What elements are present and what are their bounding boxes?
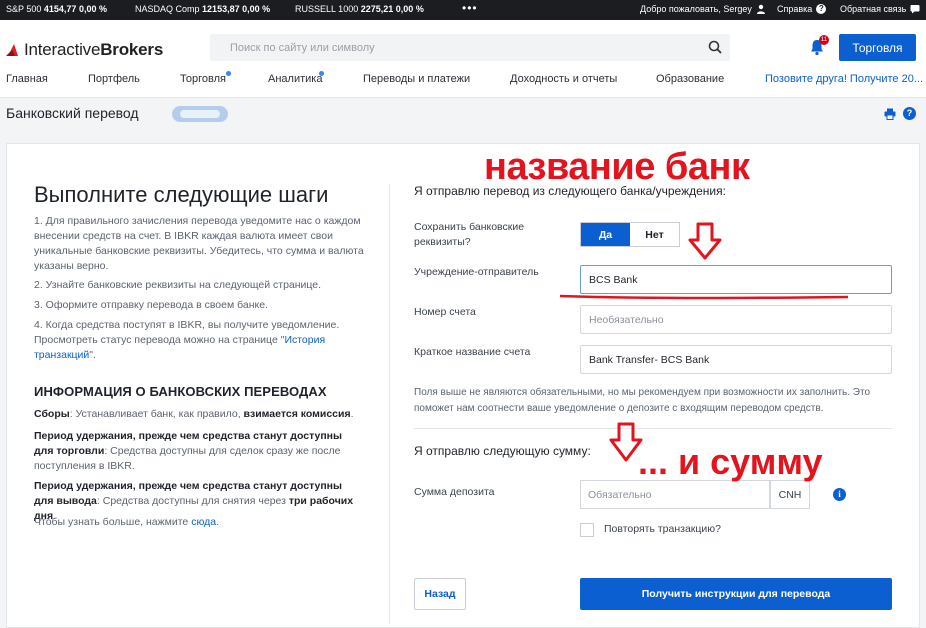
- ib-logo-icon: [6, 44, 18, 56]
- steps-heading: Выполните следующие шаги: [34, 182, 329, 207]
- help-text: Справка: [777, 4, 813, 14]
- ticker-sp500[interactable]: S&P 500 4154,77 0,00 %: [6, 4, 107, 14]
- instructions-panel: Выполните следующие шаги 1. Для правильн…: [7, 144, 389, 628]
- back-button[interactable]: Назад: [414, 578, 466, 610]
- save-details-toggle: Да Нет: [580, 222, 680, 247]
- save-no-option[interactable]: Нет: [630, 223, 679, 246]
- institution-input[interactable]: [581, 266, 891, 293]
- short-name-input[interactable]: [581, 346, 891, 373]
- notifications-button[interactable]: 11: [808, 35, 829, 56]
- annotation-and-amount: ... и сумму: [638, 441, 823, 482]
- learn-more: Чтобы узнать больше, нажмите сюда.: [34, 515, 364, 530]
- fees-text: : Устанавливает банк, как правило,: [69, 408, 244, 420]
- step-4: 4. Когда средства поступят в IBKR, вы по…: [34, 318, 364, 363]
- repeat-transaction-label: Повторять транзакцию?: [604, 523, 721, 535]
- ticker-more-button[interactable]: •••: [462, 1, 478, 15]
- logo-text-light: Interactive: [24, 40, 101, 59]
- trade-button[interactable]: Торговля: [839, 34, 916, 61]
- section-divider: [414, 428, 892, 429]
- fees-end: .: [350, 408, 354, 420]
- get-instructions-button[interactable]: Получить инструкции для перевода: [580, 578, 892, 610]
- main-nav: Главная Портфель Торговля Аналитика Пере…: [0, 71, 926, 92]
- nav-invite-friend[interactable]: Позовите друга! Получите 20...: [765, 73, 923, 85]
- learn-more-end: .: [216, 516, 219, 528]
- search-icon[interactable]: [708, 40, 722, 54]
- chat-icon: [910, 5, 920, 14]
- account-number-field-wrap: [580, 305, 892, 334]
- learn-more-link[interactable]: сюда: [191, 516, 216, 528]
- page-help-icon[interactable]: ?: [903, 107, 916, 120]
- hold-trade-info: Период удержания, прежде чем средства ст…: [34, 429, 364, 474]
- fees-bold: взимается комиссия: [243, 408, 351, 420]
- fees-label: Сборы: [34, 408, 70, 420]
- nav-portfolio[interactable]: Портфель: [88, 73, 140, 85]
- transfer-info-heading: ИНФОРМАЦИЯ О БАНКОВСКИХ ПЕРЕВОДАХ: [34, 384, 327, 399]
- amount-section-title: Я отправлю следующую сумму:: [414, 444, 591, 458]
- deposit-amount-input[interactable]: [581, 481, 769, 508]
- repeat-transaction-checkbox[interactable]: [580, 523, 594, 537]
- nav-education[interactable]: Образование: [656, 73, 724, 85]
- ticker-nasdaq[interactable]: NASDAQ Comp 12153,87 0,00 %: [135, 4, 270, 14]
- save-details-label: Сохранить банковские реквизиты?: [414, 221, 525, 248]
- help-link[interactable]: Справка ?: [777, 4, 827, 14]
- info-icon[interactable]: i: [833, 488, 846, 501]
- nav-home[interactable]: Главная: [6, 73, 48, 85]
- logo-text-bold: Brokers: [100, 40, 164, 59]
- account-id-masked: [180, 110, 220, 118]
- short-name-field-wrap: [580, 345, 892, 374]
- save-yes-option[interactable]: Да: [581, 223, 630, 246]
- ib-logo[interactable]: Interactive Brokers: [6, 40, 163, 60]
- step-3: 3. Оформите отправку перевода в своем ба…: [34, 299, 268, 311]
- account-id-pill[interactable]: [172, 106, 228, 122]
- nav-analytics-indicator-dot: [319, 71, 324, 76]
- feedback-link[interactable]: Обратная связь: [840, 4, 920, 14]
- help-icon: ?: [816, 4, 827, 14]
- short-name-label: Краткое название счета: [414, 346, 531, 358]
- account-number-input[interactable]: [581, 306, 891, 333]
- feedback-text: Обратная связь: [840, 4, 907, 14]
- deposit-amount-field-wrap: [580, 480, 770, 509]
- learn-more-text: Чтобы узнать больше, нажмите: [34, 516, 192, 528]
- bank-transfer-card: Выполните следующие шаги 1. Для правильн…: [6, 143, 920, 628]
- nav-performance-reports[interactable]: Доходность и отчеты: [510, 73, 617, 85]
- notification-count-badge: 11: [819, 35, 829, 45]
- hold-withdraw-text: : Средства доступны для снятия через: [96, 495, 289, 507]
- optional-fields-hint: Поля выше не являются обязательными, но …: [414, 387, 871, 414]
- nav-transfers[interactable]: Переводы и платежи: [363, 73, 470, 85]
- ticker-russell[interactable]: RUSSELL 1000 2275,21 0,00 %: [295, 4, 424, 14]
- user-icon: [756, 4, 765, 14]
- account-number-label: Номер счета: [414, 306, 476, 318]
- step-1: 1. Для правильного зачисления перевода у…: [34, 215, 364, 272]
- welcome-text: Добро пожаловать, Sergey: [640, 4, 752, 14]
- institution-field-wrap: [580, 265, 892, 294]
- nav-analytics[interactable]: Аналитика: [268, 73, 322, 85]
- print-icon[interactable]: [884, 108, 896, 120]
- currency-selector[interactable]: CNH: [770, 480, 810, 509]
- fees-info: Сборы: Устанавливает банк, как правило, …: [34, 407, 364, 422]
- institution-label: Учреждение-отправитель: [414, 266, 539, 278]
- step-2: 2. Узнайте банковские реквизиты на следу…: [34, 279, 322, 291]
- deposit-amount-label: Сумма депозита: [414, 486, 495, 498]
- welcome-user[interactable]: Добро пожаловать, Sergey: [640, 4, 766, 14]
- page-title: Банковский перевод: [6, 105, 139, 121]
- market-ticker-bar: S&P 500 4154,77 0,00 % NASDAQ Comp 12153…: [0, 0, 926, 20]
- nav-trading-indicator-dot: [226, 71, 231, 76]
- transfer-form: Я отправлю перевод из следующего банка/у…: [390, 144, 921, 628]
- site-search: [210, 34, 730, 61]
- annotation-bank-name: название банк: [484, 146, 750, 188]
- nav-trading[interactable]: Торговля: [180, 73, 226, 85]
- step-4-end: ".: [89, 349, 96, 361]
- site-header: InteractiveBrokers 11 Торговля Главная П…: [0, 20, 926, 98]
- search-input[interactable]: [210, 34, 690, 61]
